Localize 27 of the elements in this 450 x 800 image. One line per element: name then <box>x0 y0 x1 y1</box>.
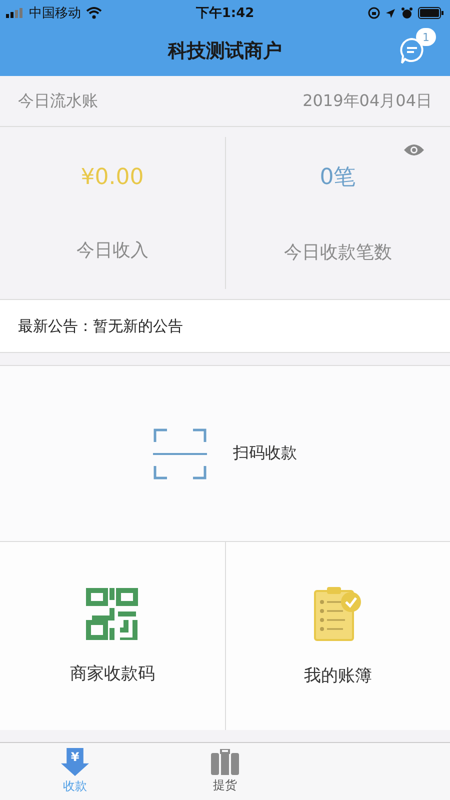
feature-tile[interactable]: 我的账簿 <box>224 542 450 730</box>
ledger-title: 今日流水账 <box>18 90 98 112</box>
stat-label: 今日收入 <box>76 238 148 262</box>
tab[interactable]: 提货 <box>150 743 300 800</box>
stat-label: 今日收款笔数 <box>284 241 392 264</box>
wifi-icon <box>86 7 102 19</box>
qr-code-icon <box>86 588 138 640</box>
ledger-date: 2019年04月04日 <box>302 90 432 112</box>
notice-label: 最新公告： <box>18 316 93 336</box>
eye-icon[interactable] <box>403 143 425 157</box>
scan-icon <box>153 428 207 480</box>
signal-icon <box>6 8 24 18</box>
page-title: 科技测试商户 <box>168 39 282 64</box>
rotation-lock-icon <box>368 7 380 19</box>
stat-value: ¥0.00 <box>80 164 144 190</box>
alarm-icon <box>401 7 413 19</box>
suitcase-icon <box>211 749 239 775</box>
message-count-badge: 1 <box>416 28 436 46</box>
feature-tile[interactable]: 商家收款码 <box>0 542 224 730</box>
battery-icon <box>418 7 444 19</box>
stat-value: 0笔 <box>320 164 356 192</box>
carrier-name: 中国移动 <box>29 5 81 22</box>
scan-payment-button[interactable]: 扫码收款 <box>0 365 450 542</box>
clipboard-check-icon <box>312 586 363 642</box>
notice-text: 暂无新的公告 <box>93 316 183 336</box>
status-time: 下午1:42 <box>196 5 254 22</box>
location-icon <box>385 8 396 18</box>
